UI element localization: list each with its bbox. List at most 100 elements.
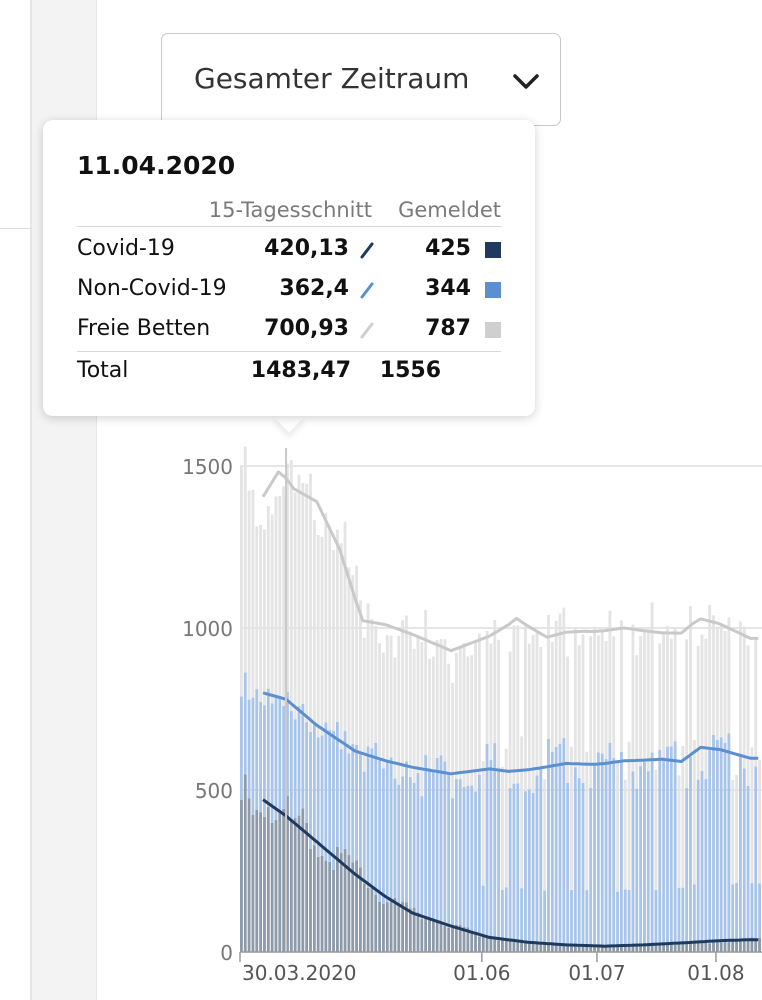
bar-freie-betten [719, 625, 723, 738]
bar-non-covid-19 [554, 746, 558, 946]
line-swatch-icon [360, 322, 374, 339]
bar-covid-19 [270, 822, 274, 952]
bar-covid-19 [431, 921, 435, 952]
bar-covid-19 [447, 927, 451, 952]
bar-freie-betten [485, 631, 489, 744]
bar-non-covid-19 [715, 739, 719, 941]
bar-non-covid-19 [385, 759, 389, 903]
bar-non-covid-19 [462, 786, 466, 927]
bar-covid-19 [485, 936, 489, 952]
bar-covid-19 [297, 815, 301, 952]
bar-non-covid-19 [439, 755, 443, 924]
bar-non-covid-19 [608, 742, 612, 948]
bar-non-covid-19 [616, 891, 619, 947]
bar-non-covid-19 [596, 752, 600, 947]
bar-freie-betten [516, 625, 520, 784]
bar-covid-19 [240, 799, 243, 952]
bar-non-covid-19 [758, 883, 761, 938]
bar-non-covid-19 [293, 719, 297, 819]
bar-freie-betten [573, 627, 577, 768]
tooltip-row-reported: 344 [425, 276, 471, 301]
bar-freie-betten [305, 483, 309, 723]
bar-freie-betten [282, 486, 286, 706]
bar-freie-betten [643, 630, 646, 763]
bar-covid-19 [332, 869, 335, 952]
bar-non-covid-19 [512, 783, 516, 940]
bar-non-covid-19 [719, 737, 723, 943]
bar-freie-betten [424, 609, 428, 756]
bar-covid-19 [650, 945, 654, 952]
bar-freie-betten [412, 648, 416, 783]
bar-freie-betten [347, 567, 351, 754]
tooltip-row-free-beds: Freie Betten 700,93 787 [77, 316, 501, 346]
bar-freie-betten [669, 638, 673, 747]
bar-freie-betten [627, 741, 631, 890]
bar-non-covid-19 [351, 743, 355, 863]
bar-non-covid-19 [750, 883, 754, 938]
bar-non-covid-19 [562, 738, 566, 944]
bar-covid-19 [439, 923, 443, 952]
bar-freie-betten [355, 565, 358, 745]
bar-freie-betten [593, 626, 596, 763]
bar-non-covid-19 [305, 722, 309, 823]
bar-non-covid-19 [435, 757, 439, 922]
bar-non-covid-19 [485, 743, 489, 937]
bar-freie-betten [259, 524, 263, 702]
bar-freie-betten [735, 774, 738, 883]
bar-freie-betten [738, 621, 742, 757]
y-tick-label: 500 [195, 779, 233, 803]
bar-covid-19 [370, 887, 374, 952]
bar-swatch-icon [485, 282, 501, 298]
bar-non-covid-19 [251, 697, 255, 816]
bar-freie-betten [746, 645, 750, 786]
bar-non-covid-19 [704, 778, 708, 943]
bar-covid-19 [708, 943, 712, 952]
bar-covid-19 [489, 937, 493, 952]
bar-non-covid-19 [600, 753, 604, 947]
bar-covid-19 [742, 939, 746, 952]
bar-freie-betten [704, 638, 708, 779]
bar-covid-19 [612, 946, 616, 952]
bar-freie-betten [631, 624, 635, 772]
bar-non-covid-19 [527, 789, 531, 942]
bar-non-covid-19 [389, 757, 393, 902]
bar-non-covid-19 [531, 792, 535, 943]
bar-covid-19 [362, 883, 366, 952]
bar-covid-19 [658, 945, 662, 952]
bar-covid-19 [501, 940, 504, 952]
bar-covid-19 [251, 815, 255, 952]
bar-covid-19 [535, 943, 539, 952]
bar-non-covid-19 [619, 751, 623, 946]
bar-freie-betten [681, 745, 685, 888]
bar-covid-19 [385, 902, 389, 952]
tooltip-row-reported: 787 [425, 316, 471, 341]
bar-freie-betten [689, 606, 692, 757]
bar-freie-betten [335, 529, 339, 722]
bar-freie-betten [497, 639, 500, 772]
bar-freie-betten [550, 642, 554, 752]
bar-non-covid-19 [493, 743, 497, 940]
bar-freie-betten [754, 639, 758, 767]
bar-freie-betten [639, 635, 643, 767]
bar-covid-19 [727, 942, 731, 952]
bar-swatch-icon [485, 322, 501, 338]
bar-non-covid-19 [355, 744, 358, 861]
bar-freie-betten [535, 632, 539, 776]
bar-non-covid-19 [489, 760, 493, 938]
bar-non-covid-19 [447, 773, 451, 928]
bar-swatch-icon [485, 242, 501, 258]
bar-freie-betten [731, 780, 735, 885]
bar-freie-betten [692, 739, 696, 885]
bar-covid-19 [382, 903, 385, 952]
bar-freie-betten [420, 642, 424, 797]
bar-freie-betten [416, 635, 420, 773]
bar-covid-19 [247, 798, 251, 952]
bar-non-covid-19 [454, 779, 458, 925]
bar-covid-19 [255, 809, 259, 952]
bar-non-covid-19 [451, 798, 454, 926]
bar-non-covid-19 [742, 768, 746, 940]
bar-non-covid-19 [504, 887, 508, 938]
bar-freie-betten [454, 652, 458, 780]
bar-freie-betten [289, 460, 293, 711]
bar-freie-betten [554, 620, 558, 747]
